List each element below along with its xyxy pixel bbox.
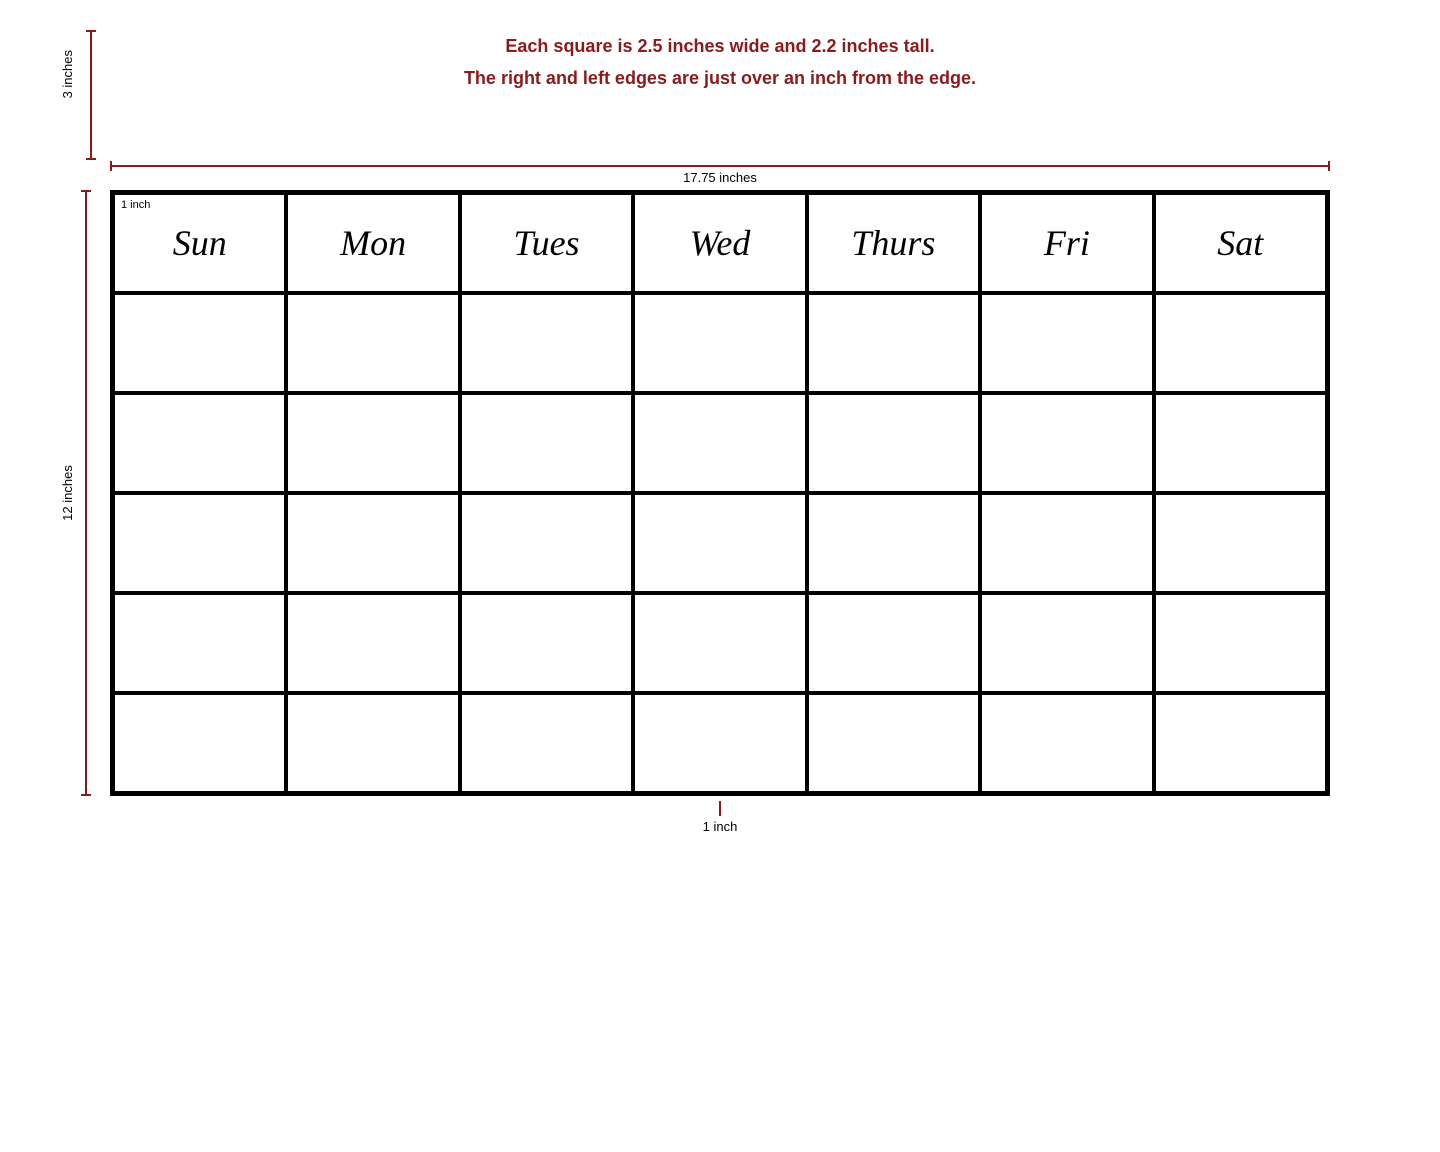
day-label-sun: Sun: [168, 217, 232, 269]
table-row: [980, 493, 1153, 593]
inch-corner-label: 1 inch: [121, 199, 150, 211]
bottom-tick-container: 1 inch: [703, 801, 738, 834]
vertical-12in-label: 12 inches: [60, 465, 75, 521]
page-container: 3 inches Each square is 2.5 inches wide …: [0, 0, 1440, 1152]
vertical-12in-line: [85, 190, 87, 796]
table-row: [286, 393, 459, 493]
table-row: [1154, 493, 1327, 593]
calendar-grid: 1 inch Sun Mon Tues Wed Thurs Fri Sat: [110, 190, 1330, 796]
table-row: [807, 493, 980, 593]
day-label-mon: Mon: [335, 217, 411, 269]
table-row: [1154, 293, 1327, 393]
vertical-3in-line: [90, 30, 92, 160]
day-label-thu: Thurs: [846, 217, 940, 269]
right-annotation: [1330, 190, 1385, 796]
bottom-annotation: 1 inch: [0, 796, 1440, 856]
table-row: [113, 593, 286, 693]
top-annotations: 3 inches Each square is 2.5 inches wide …: [0, 20, 1440, 190]
table-row: [286, 693, 459, 793]
table-row: [807, 393, 980, 493]
table-row: [113, 293, 286, 393]
header-cell-tue: Tues: [460, 193, 633, 293]
description-line2: The right and left edges are just over a…: [370, 62, 1070, 94]
horizontal-17in-line: [110, 165, 1330, 167]
header-cell-sat: Sat: [1154, 193, 1327, 293]
table-row: [1154, 693, 1327, 793]
header-cell-thu: Thurs: [807, 193, 980, 293]
header-cell-mon: Mon: [286, 193, 459, 293]
table-row: [286, 293, 459, 393]
table-row: [633, 293, 806, 393]
bottom-tick-line: [719, 801, 721, 816]
table-row: [980, 293, 1153, 393]
table-row: [460, 293, 633, 393]
table-row: [460, 593, 633, 693]
table-row: [980, 393, 1153, 493]
day-label-wed: Wed: [685, 217, 756, 269]
table-row: [113, 493, 286, 593]
table-row: [460, 493, 633, 593]
table-row: [633, 593, 806, 693]
vertical-3in-annotation: [90, 30, 92, 160]
bottom-1in-label: 1 inch: [703, 819, 738, 834]
table-row: [980, 593, 1153, 693]
table-row: [807, 293, 980, 393]
table-row: [460, 693, 633, 793]
table-row: [980, 693, 1153, 793]
day-label-fri: Fri: [1039, 217, 1095, 269]
header-cell-sun: 1 inch Sun: [113, 193, 286, 293]
center-description: Each square is 2.5 inches wide and 2.2 i…: [370, 30, 1070, 95]
day-label-tue: Tues: [509, 217, 585, 269]
horizontal-17in-label: 17.75 inches: [683, 170, 757, 185]
table-row: [633, 393, 806, 493]
vertical-3in-label: 3 inches: [60, 50, 75, 98]
table-row: [807, 593, 980, 693]
table-row: [460, 393, 633, 493]
left-12in-annotation: 12 inches: [55, 190, 110, 796]
table-row: [113, 393, 286, 493]
horizontal-17in-annotation: 17.75 inches: [110, 165, 1330, 185]
table-row: [1154, 393, 1327, 493]
table-row: [286, 493, 459, 593]
header-cell-fri: Fri: [980, 193, 1153, 293]
header-cell-wed: Wed: [633, 193, 806, 293]
calendar-section: 12 inches 1 inch Sun Mon Tues Wed Thurs …: [0, 190, 1440, 796]
table-row: [1154, 593, 1327, 693]
table-row: [633, 493, 806, 593]
table-row: [633, 693, 806, 793]
description-line1: Each square is 2.5 inches wide and 2.2 i…: [370, 30, 1070, 62]
table-row: [113, 693, 286, 793]
table-row: [286, 593, 459, 693]
table-row: [807, 693, 980, 793]
day-label-sat: Sat: [1212, 217, 1268, 269]
